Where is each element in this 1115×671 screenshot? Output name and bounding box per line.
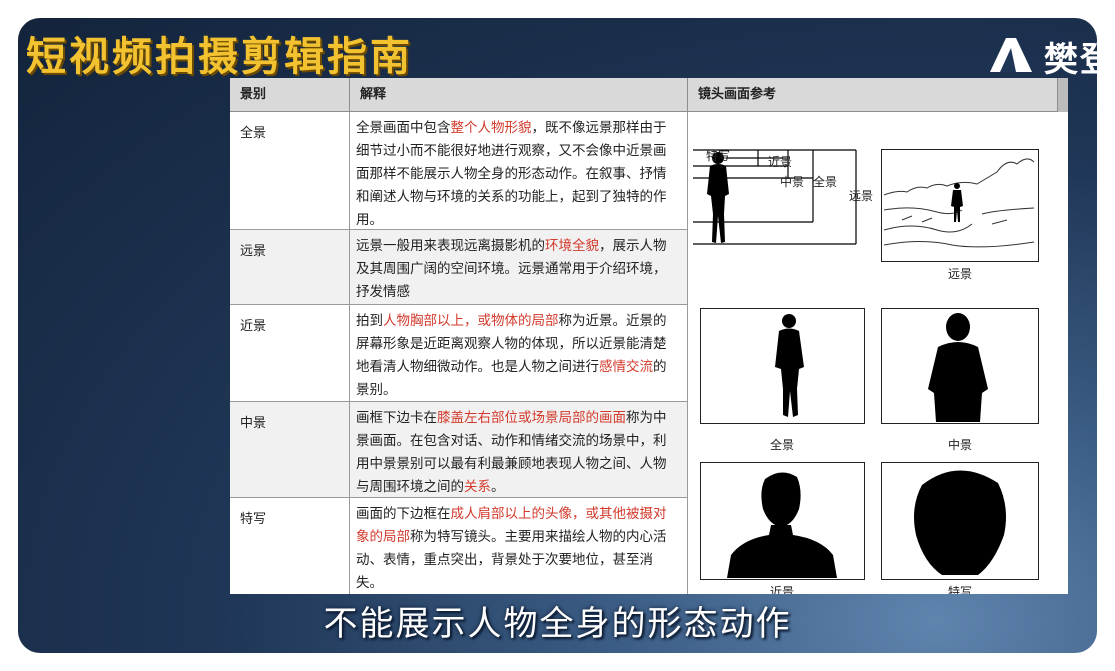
brand-logo: 樊登 xyxy=(986,30,1097,80)
description-text: 拍到 xyxy=(356,313,383,329)
description-text: 画框下边卡在 xyxy=(356,410,437,426)
column-header-desc: 解释 xyxy=(350,78,688,112)
caption-full: 全景 xyxy=(769,438,794,452)
caption-closeup: 特写 xyxy=(947,585,972,594)
reference-image-close xyxy=(700,462,865,580)
shot-description: 远景一般用来表现远离摄影机的环境全貌，展示人物及其周围广阔的空间环境。远景通常用… xyxy=(350,230,688,304)
reference-images: 特写 近景 中景 全景 远景 远景 全景 中景 近景 特写 xyxy=(688,112,1068,594)
reference-image-closeup xyxy=(881,462,1039,580)
header-edge xyxy=(1058,78,1068,112)
shot-description: 画框下边卡在膝盖左右部位或场景局部的画面称为中景画面。在包含对话、动作和情绪交流… xyxy=(350,402,688,497)
highlighted-text: 膝盖左右部位或场景局部的画面 xyxy=(437,410,626,426)
column-header-reference: 镜头画面参考 xyxy=(688,78,1058,112)
highlighted-text: 感情交流 xyxy=(599,359,653,375)
caption-long: 远景 xyxy=(947,267,972,281)
shot-description: 画面的下边框在成人肩部以上的头像，或其他被摄对象的局部称为特写镜头。主要用来描绘… xyxy=(350,498,688,594)
reference-image-medium xyxy=(881,308,1039,424)
shot-size-table: 景别 解释 镜头画面参考 全景 全景画面中包含整个人物形貌，既不像远景那样由于细… xyxy=(230,78,1068,594)
table-row: 中景 画框下边卡在膝盖左右部位或场景局部的画面称为中景画面。在包含对话、动作和情… xyxy=(230,402,688,498)
brand-name: 樊登 xyxy=(1044,40,1097,80)
description-text: 画面的下边框在 xyxy=(356,506,451,522)
shot-description: 全景画面中包含整个人物形貌，既不像远景那样由于细节过小而不能很好地进行观察，又不… xyxy=(350,112,688,229)
highlighted-text: 环境全貌 xyxy=(545,238,599,254)
highlighted-text: 关系 xyxy=(464,479,491,495)
table-row: 远景 远景一般用来表现远离摄影机的环境全貌，展示人物及其周围广阔的空间环境。远景… xyxy=(230,230,688,305)
caption-medium: 中景 xyxy=(947,438,972,452)
highlighted-text: 整个人物形貌 xyxy=(450,120,532,136)
shot-description: 拍到人物胸部以上，或物体的局部称为近景。近景的屏幕形象是近距离观察人物的体现，所… xyxy=(350,305,688,401)
reference-image-full xyxy=(700,308,865,424)
video-subtitle: 不能展示人物全身的形态动作 xyxy=(323,604,792,644)
table-row: 近景 拍到人物胸部以上，或物体的局部称为近景。近景的屏幕形象是近距离观察人物的体… xyxy=(230,305,688,402)
shot-name: 中景 xyxy=(230,402,350,497)
shot-name: 近景 xyxy=(230,305,350,401)
brand-logo-icon xyxy=(990,38,1032,72)
video-title: 短视频拍摄剪辑指南 xyxy=(26,34,413,80)
table-row: 特写 画面的下边框在成人肩部以上的头像，或其他被摄对象的局部称为特写镜头。主要用… xyxy=(230,498,688,594)
shot-name: 远景 xyxy=(230,230,350,304)
description-text: 全景画面中包含 xyxy=(356,120,451,136)
description-text: ，既不像远景那样由于细节过小而不能很好地进行观察，又不会像中近景画面那样不能展示… xyxy=(356,120,667,228)
shot-name: 全景 xyxy=(230,112,350,229)
highlighted-text: 人物胸部以上，或物体的局部 xyxy=(383,313,559,329)
diagram-label-close: 近景 xyxy=(767,155,792,169)
caption-close: 近景 xyxy=(769,585,794,594)
column-header-shot: 景别 xyxy=(230,78,350,112)
video-frame: 短视频拍摄剪辑指南 樊登 景别 解释 镜头画面参考 全景 全景画面中包含整个人物… xyxy=(18,18,1097,653)
table-row: 全景 全景画面中包含整个人物形貌，既不像远景那样由于细节过小而不能很好地进行观察… xyxy=(230,112,688,230)
reference-image-long xyxy=(881,149,1039,262)
shot-name: 特写 xyxy=(230,498,350,594)
description-text: 远景一般用来表现远离摄影机的 xyxy=(356,238,545,254)
description-text: 。 xyxy=(491,479,505,495)
